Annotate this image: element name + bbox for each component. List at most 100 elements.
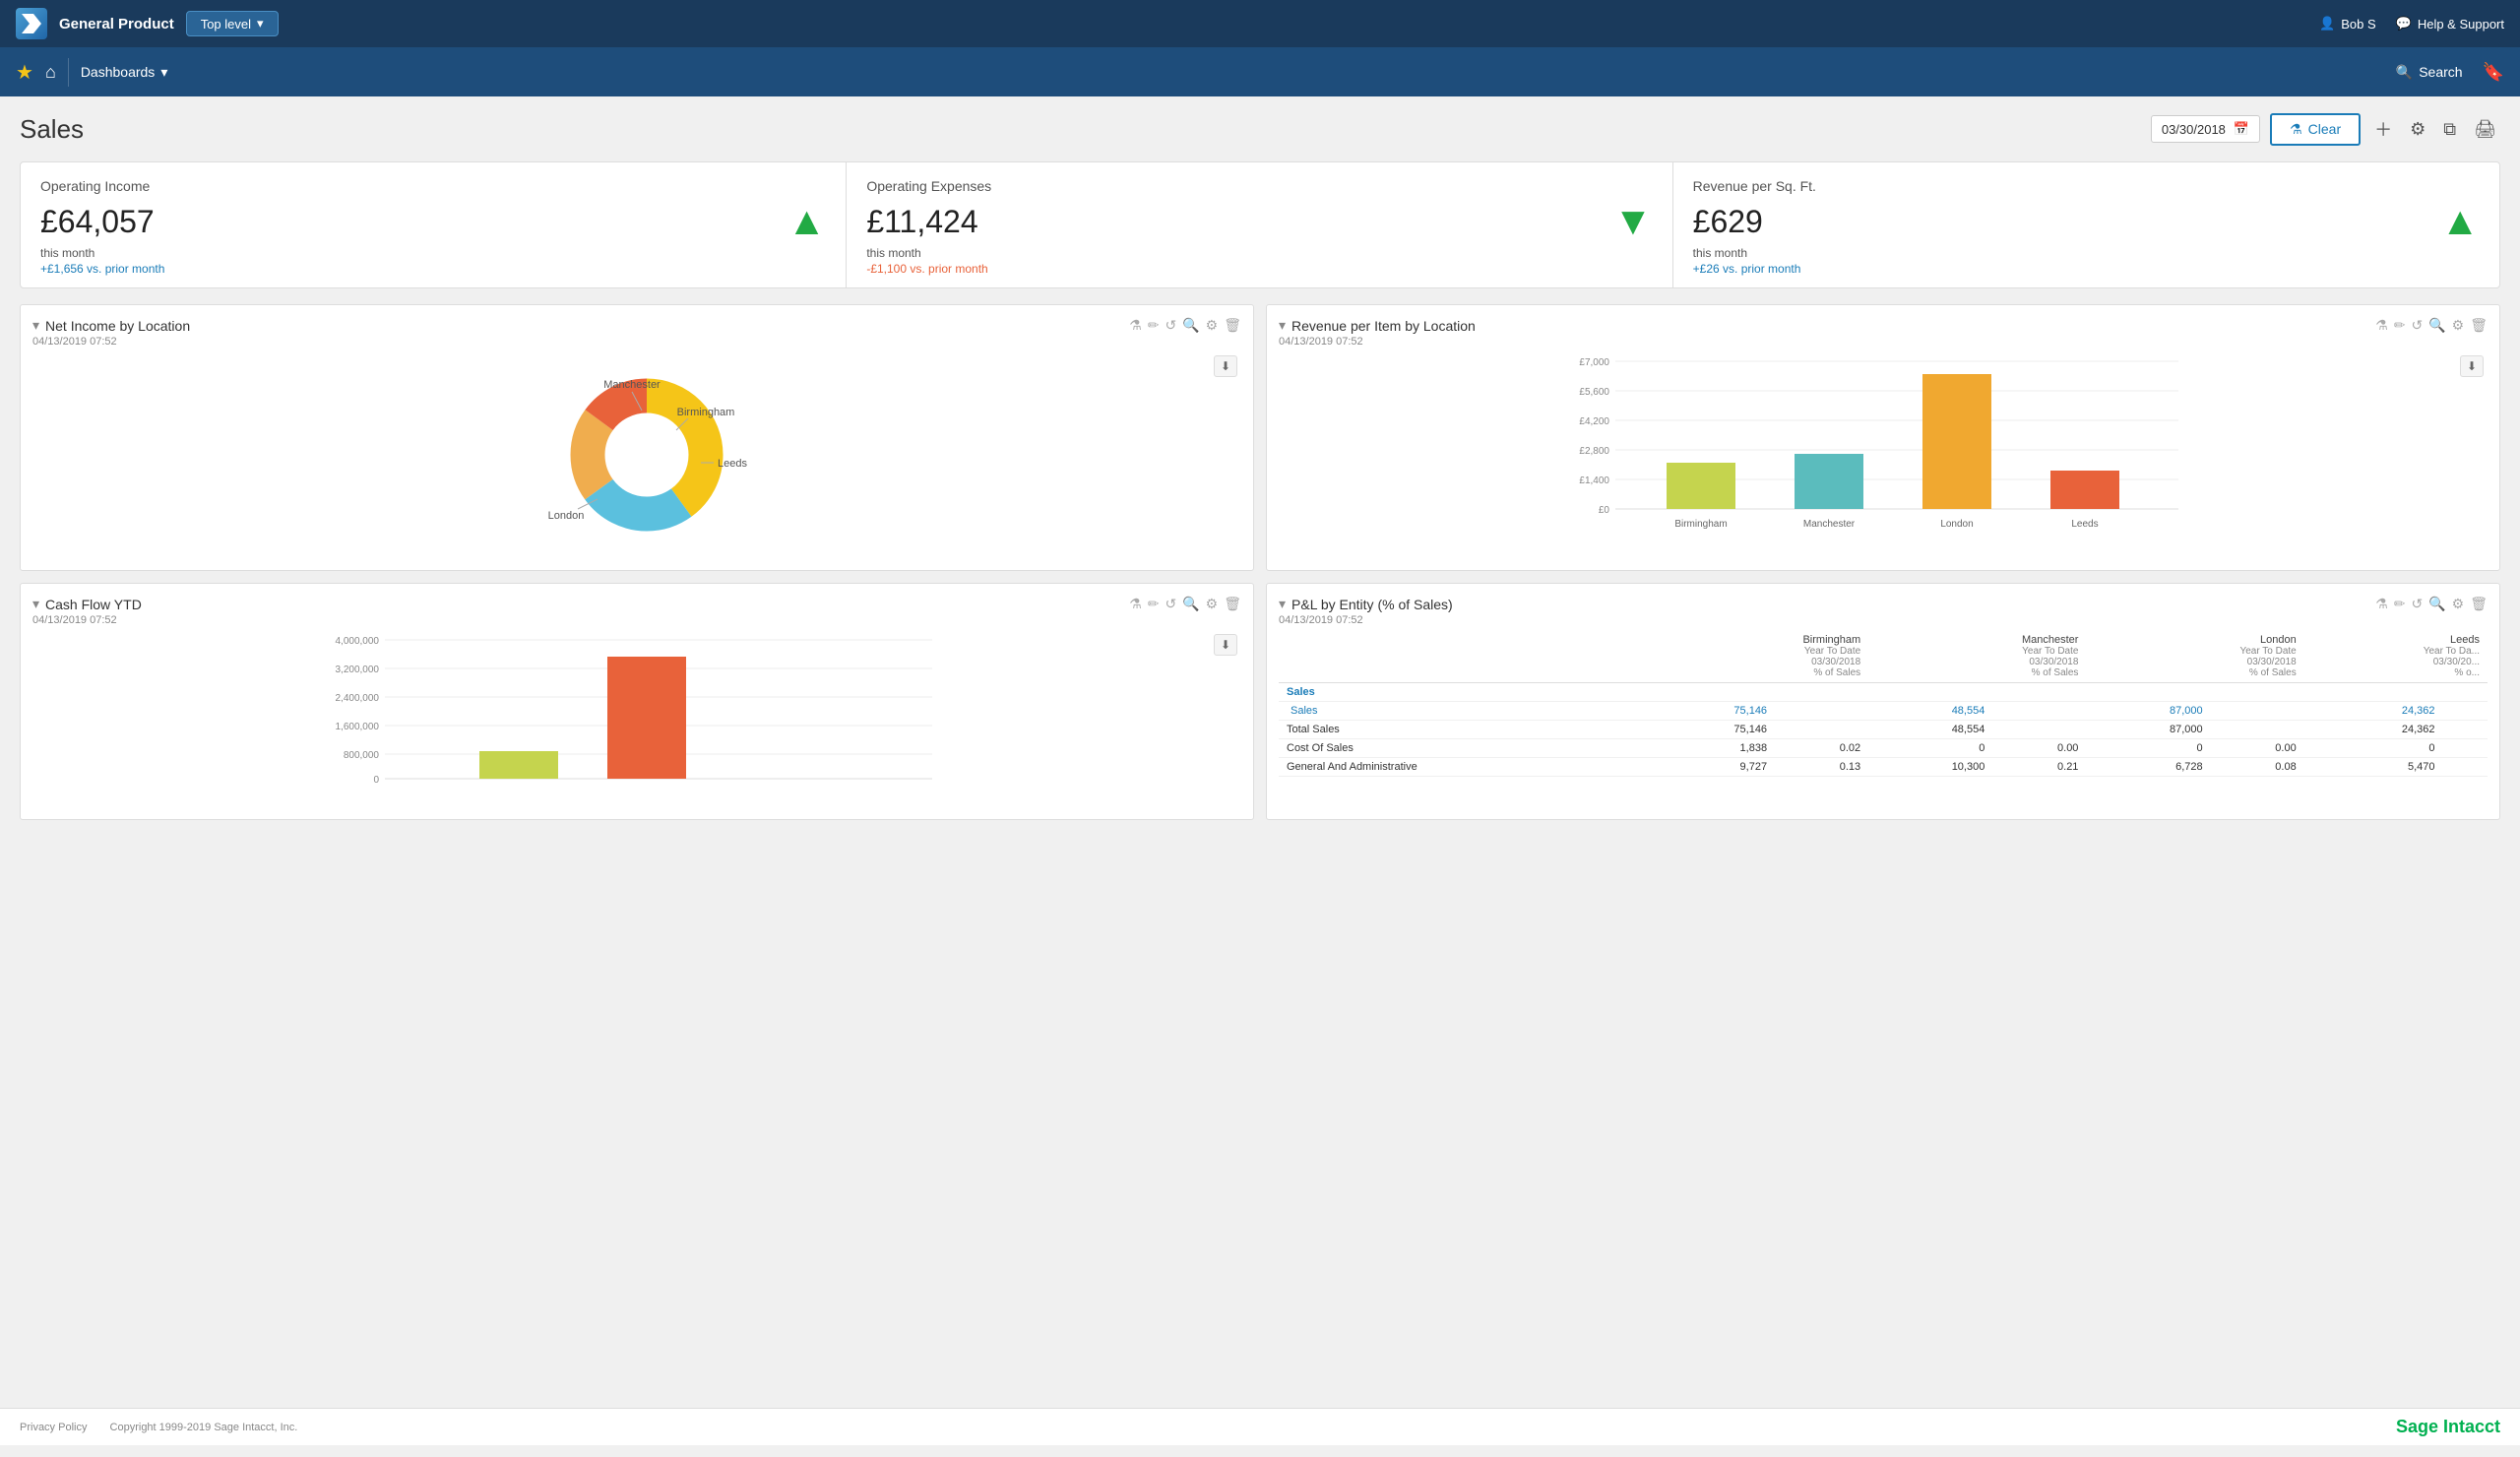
cashflow-collapse-icon[interactable]: ▾ <box>32 596 39 612</box>
pl-row-total-sales: Total Sales 75,146 48,554 87,000 24,362 <box>1279 721 2488 739</box>
revenue-item-header: ▾ Revenue per Item by Location 04/13/201… <box>1279 317 2488 348</box>
kpi-value-row-1: £11,424 ▼ <box>866 200 1652 244</box>
net-income-icons: ⚗ ✏ ↺ 🔍 ⚙ 🗑 <box>1129 317 1241 334</box>
pl-filter-icon[interactable]: ⚗ <box>2375 596 2388 612</box>
clear-label: Clear <box>2308 121 2341 137</box>
pl-section-sales: Sales <box>1279 683 2488 702</box>
cashflow-icons: ⚗ ✏ ↺ 🔍 ⚙ 🗑 <box>1129 596 1241 612</box>
user-menu[interactable]: 👤 Bob S <box>2319 16 2376 32</box>
clear-button[interactable]: ⚗ Clear <box>2270 113 2361 146</box>
pl-entity-body: Birmingham Year To Date 03/30/2018 % of … <box>1279 630 2488 777</box>
settings-button[interactable]: ⚙ <box>2406 115 2429 144</box>
search-button[interactable]: 🔍 Search <box>2396 64 2463 81</box>
cashflow-delete-icon[interactable]: 🗑 <box>1224 596 1241 612</box>
revenue-item-body: ⬇ £7,000 £5,600 £4,200 £2,800 £1,400 £0 <box>1279 351 2488 558</box>
search-label: Search <box>2419 64 2462 80</box>
cashflow-svg: 4,000,000 3,200,000 2,400,000 1,600,000 … <box>32 630 1241 807</box>
nav-right: 🔍 Search 🔖 <box>2396 62 2504 83</box>
edit-icon[interactable]: ✏ <box>1148 317 1160 334</box>
pl-london-pct-sales <box>2211 702 2304 721</box>
filter-icon: ⚗ <box>2290 121 2302 138</box>
cashflow-search-icon[interactable]: 🔍 <box>1182 596 1199 612</box>
pl-search-icon[interactable]: 🔍 <box>2428 596 2445 612</box>
kpi-arrow-down-1: ▼ <box>1613 200 1653 244</box>
kpi-operating-expenses: Operating Expenses £11,424 ▼ this month … <box>847 162 1672 287</box>
svg-text:2,400,000: 2,400,000 <box>336 693 380 704</box>
delete-chart-icon-2[interactable]: 🗑 <box>2470 317 2488 334</box>
donut-chart: Manchester Birmingham Leeds London <box>32 351 1241 548</box>
pl-settings-icon[interactable]: ⚙ <box>2452 596 2465 612</box>
home-icon[interactable]: ⌂ <box>45 62 56 83</box>
copy-button[interactable]: ⧉ <box>2439 115 2460 144</box>
delete-chart-icon[interactable]: 🗑 <box>1224 317 1241 334</box>
svg-text:Leeds: Leeds <box>2071 519 2098 530</box>
print-button[interactable]: 🖨 <box>2470 115 2500 144</box>
pl-mchester-ga: 10,300 <box>1868 758 1992 777</box>
download-button-2[interactable]: ⬇ <box>2460 355 2484 377</box>
collapse-icon-2[interactable]: ▾ <box>1279 317 1286 334</box>
cashflow-panel: ▾ Cash Flow YTD 04/13/2019 07:52 ⚗ ✏ ↺ 🔍… <box>20 583 1254 820</box>
refresh-icon[interactable]: ↺ <box>1165 317 1176 334</box>
pl-leeds-pct-sales <box>2443 702 2488 721</box>
page-title: Sales <box>20 114 84 145</box>
pl-london-sales: 87,000 <box>2086 702 2210 721</box>
cashflow-settings-icon[interactable]: ⚙ <box>1206 596 1219 612</box>
pl-row-sales-detail: Sales 75,146 48,554 87,000 24,362 <box>1279 702 2488 721</box>
cashflow-filter-icon[interactable]: ⚗ <box>1129 596 1142 612</box>
cashflow-download-button[interactable]: ⬇ <box>1214 634 1237 656</box>
user-icon: 👤 <box>2319 16 2335 32</box>
collapse-icon[interactable]: ▾ <box>32 317 39 334</box>
pl-col-leeds: Leeds Year To Da... 03/30/20... % o... <box>2304 630 2488 683</box>
bar-leeds <box>2050 471 2119 509</box>
help-label: Help & Support <box>2418 17 2504 32</box>
cashflow-title-block: ▾ Cash Flow YTD 04/13/2019 07:52 <box>32 596 142 626</box>
search-chart-icon[interactable]: 🔍 <box>1182 317 1199 334</box>
pl-london-total-pct <box>2211 721 2304 739</box>
chat-icon: 💬 <box>2396 16 2412 32</box>
pl-table: Birmingham Year To Date 03/30/2018 % of … <box>1279 630 2488 777</box>
pl-sales-link[interactable]: Sales <box>1291 705 1318 717</box>
kpi-value-1: £11,424 <box>866 204 977 240</box>
date-filter[interactable]: 03/30/2018 📅 <box>2151 115 2260 143</box>
dashboards-nav[interactable]: Dashboards ▾ <box>68 58 180 87</box>
cashflow-bar-2 <box>607 657 686 779</box>
label-london: London <box>548 510 585 522</box>
add-button[interactable]: ＋ <box>2370 112 2396 146</box>
refresh-icon-2[interactable]: ↺ <box>2411 317 2423 334</box>
kpi-period-2: this month <box>1693 246 2480 260</box>
pl-collapse-icon[interactable]: ▾ <box>1279 596 1286 612</box>
filter-icon[interactable]: ⚗ <box>1129 317 1142 334</box>
favorites-star-icon[interactable]: ★ <box>16 60 33 85</box>
settings-chart-icon[interactable]: ⚙ <box>1206 317 1219 334</box>
kpi-label-0: Operating Income <box>40 178 826 194</box>
cashflow-refresh-icon[interactable]: ↺ <box>1165 596 1176 612</box>
bookmark-icon[interactable]: 🔖 <box>2483 62 2504 83</box>
pl-london-cos: 0 <box>2086 739 2210 758</box>
label-birmingham: Birmingham <box>677 407 735 418</box>
pl-refresh-icon[interactable]: ↺ <box>2411 596 2423 612</box>
privacy-policy-link[interactable]: Privacy Policy <box>20 1422 87 1433</box>
pl-bham-ga-pct: 0.13 <box>1775 758 1868 777</box>
cashflow-edit-icon[interactable]: ✏ <box>1148 596 1160 612</box>
top-level-dropdown[interactable]: Top level ▾ <box>186 11 279 36</box>
filter-icon-2[interactable]: ⚗ <box>2375 317 2388 334</box>
svg-text:Birmingham: Birmingham <box>1674 519 1727 530</box>
date-value: 03/30/2018 <box>2162 122 2226 137</box>
pl-edit-icon[interactable]: ✏ <box>2394 596 2406 612</box>
page-header: Sales 03/30/2018 📅 ⚗ Clear ＋ ⚙ ⧉ 🖨 <box>20 112 2500 146</box>
kpi-value-0: £64,057 <box>40 204 155 240</box>
pl-bham-cos: 1,838 <box>1651 739 1775 758</box>
kpi-change-1: -£1,100 vs. prior month <box>866 262 1652 276</box>
pl-delete-icon[interactable]: 🗑 <box>2470 596 2488 612</box>
kpi-period-0: this month <box>40 246 826 260</box>
pl-total-sales-label: Total Sales <box>1279 721 1651 739</box>
calendar-icon[interactable]: 📅 <box>2234 121 2249 137</box>
svg-text:3,200,000: 3,200,000 <box>336 665 380 675</box>
help-support-link[interactable]: 💬 Help & Support <box>2396 16 2504 32</box>
dashboards-label: Dashboards <box>81 64 156 80</box>
kpi-label-1: Operating Expenses <box>866 178 1652 194</box>
edit-icon-2[interactable]: ✏ <box>2394 317 2406 334</box>
kpi-period-1: this month <box>866 246 1652 260</box>
search-chart-icon-2[interactable]: 🔍 <box>2428 317 2445 334</box>
settings-chart-icon-2[interactable]: ⚙ <box>2452 317 2465 334</box>
